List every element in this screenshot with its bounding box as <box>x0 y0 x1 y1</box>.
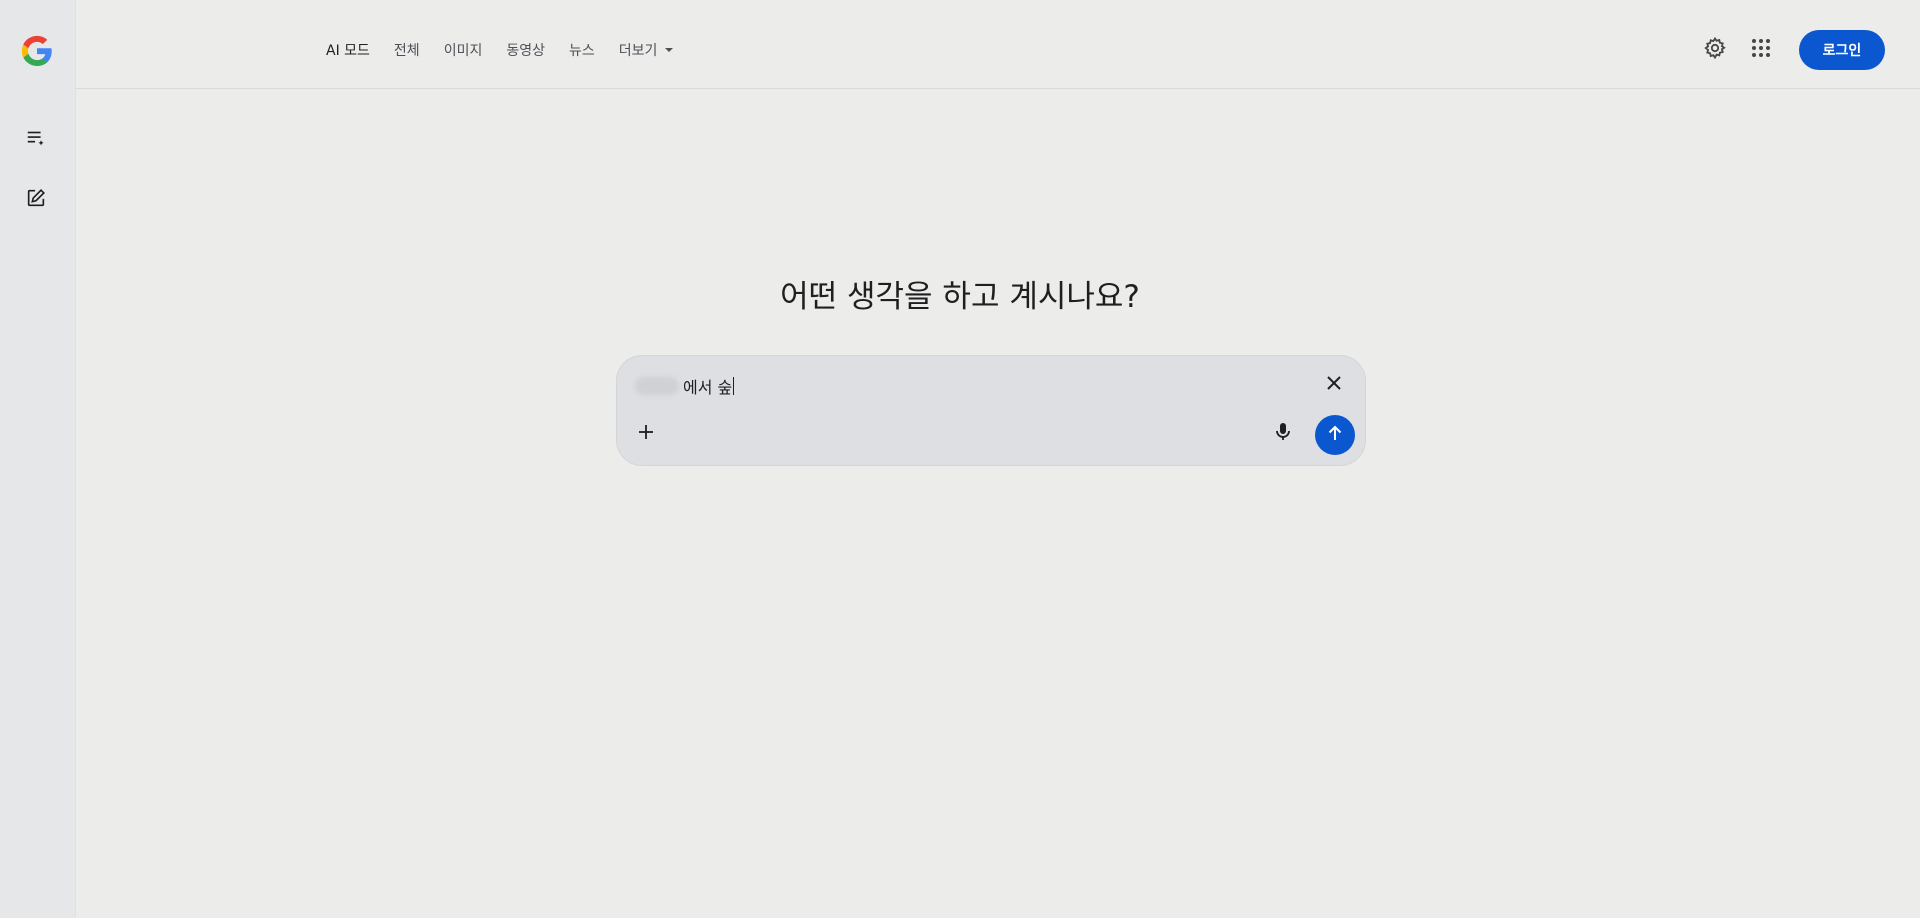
settings-button[interactable] <box>1695 30 1735 70</box>
tab-news[interactable]: 뉴스 <box>569 40 595 60</box>
page-headline: 어떤 생각을 하고 계시나요? <box>780 279 1140 315</box>
new-chat-button[interactable] <box>20 184 52 216</box>
login-button[interactable]: 로그인 <box>1799 30 1885 70</box>
redacted-text <box>635 377 679 395</box>
tab-label: 이미지 <box>443 43 483 59</box>
tab-images[interactable]: 이미지 <box>444 40 483 60</box>
submit-button[interactable] <box>1315 415 1355 455</box>
query-text: 에서 숲 <box>683 378 733 397</box>
tab-all[interactable]: 전체 <box>394 40 420 60</box>
history-button[interactable] <box>20 124 52 156</box>
header-tools: 로그인 <box>1695 0 1920 100</box>
new-chat-edit-icon <box>25 187 47 213</box>
tab-label: 동영상 <box>506 43 545 59</box>
history-list-icon <box>25 127 47 153</box>
add-attachment-button[interactable] <box>632 420 660 448</box>
plus-icon <box>638 424 654 444</box>
tab-label: 더보기 <box>618 43 658 59</box>
arrow-up-icon <box>1326 424 1344 446</box>
voice-search-button[interactable] <box>1269 420 1297 448</box>
tab-label: 뉴스 <box>568 43 595 59</box>
microphone-icon <box>1274 422 1292 446</box>
ai-search-box[interactable]: 에서 숲 <box>616 355 1366 466</box>
apps-grid-icon <box>1751 38 1771 62</box>
tab-label: AI 모드 <box>326 43 370 59</box>
clear-button[interactable] <box>1321 372 1347 398</box>
left-sidebar <box>0 0 76 918</box>
caret-down-icon <box>665 48 674 52</box>
search-input[interactable]: 에서 숲 <box>635 374 1305 398</box>
google-logo-icon[interactable] <box>19 33 55 69</box>
close-icon <box>1326 375 1342 395</box>
tab-ai-mode[interactable]: AI 모드 <box>326 40 370 60</box>
tab-videos[interactable]: 동영상 <box>506 40 545 60</box>
tab-label: 전체 <box>393 43 420 59</box>
search-tabs: AI 모드 전체 이미지 동영상 뉴스 더보기 <box>326 0 697 100</box>
gear-icon <box>1703 36 1727 64</box>
tab-more[interactable]: 더보기 <box>619 40 674 60</box>
apps-button[interactable] <box>1741 30 1781 70</box>
text-cursor <box>733 377 735 395</box>
